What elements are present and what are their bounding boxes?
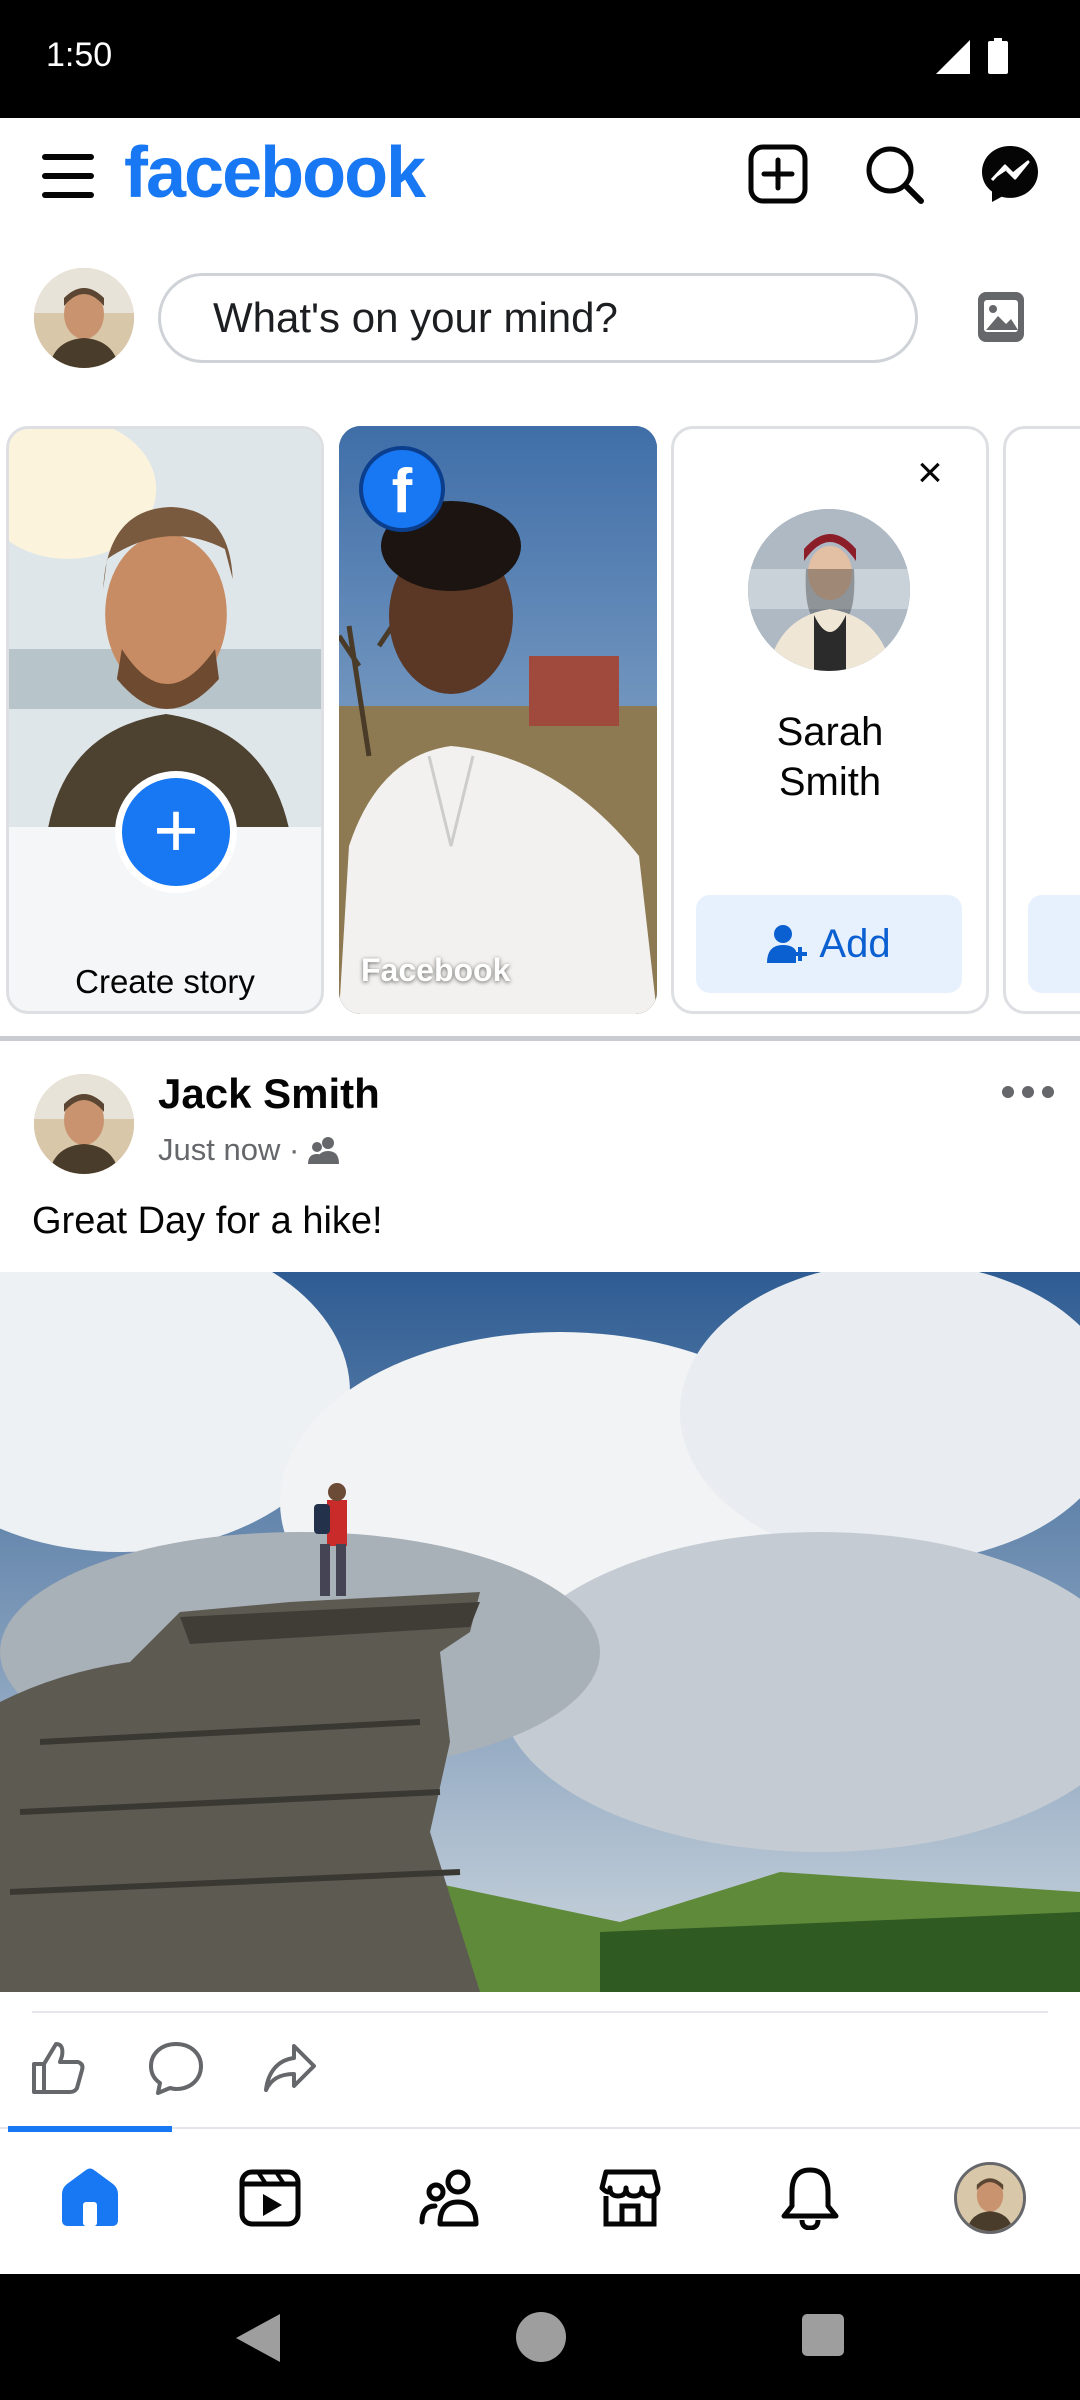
nav-active-indicator bbox=[8, 2126, 172, 2132]
story-author-label: Facebook bbox=[361, 952, 511, 988]
meta-separator: · bbox=[288, 1132, 300, 1167]
post-author-name[interactable]: Jack Smith bbox=[158, 1070, 380, 1118]
cell-signal-icon bbox=[936, 40, 970, 74]
people-suggestion-card-next[interactable] bbox=[1003, 426, 1080, 1014]
user-story-photo bbox=[9, 429, 321, 827]
facebook-logo: facebook bbox=[124, 133, 426, 213]
battery-icon bbox=[988, 38, 1008, 74]
add-friend-button-next[interactable] bbox=[1028, 895, 1080, 993]
post-meta: Just now · bbox=[158, 1132, 342, 1168]
status-time: 1:50 bbox=[46, 36, 113, 74]
share-icon[interactable] bbox=[262, 2040, 318, 2096]
suggestion-last-name: Smith bbox=[778, 760, 882, 804]
post-image[interactable] bbox=[0, 1272, 1080, 1992]
suggestion-avatar bbox=[748, 509, 910, 671]
home-icon[interactable] bbox=[58, 2166, 122, 2230]
avatar-photo bbox=[957, 2165, 1023, 2231]
photo-icon[interactable] bbox=[978, 292, 1024, 342]
profile-avatar[interactable] bbox=[954, 2162, 1026, 2234]
feed-divider bbox=[0, 1036, 1080, 1041]
status-composer-input[interactable]: What's on your mind? bbox=[158, 273, 918, 363]
recents-button[interactable] bbox=[802, 2314, 844, 2356]
post-time[interactable]: Just now bbox=[158, 1132, 280, 1167]
post-text: Great Day for a hike! bbox=[32, 1200, 383, 1242]
facebook-badge-icon: f bbox=[359, 446, 445, 532]
add-friend-button[interactable]: Add bbox=[696, 895, 962, 993]
thumbs-up-icon[interactable] bbox=[30, 2040, 86, 2096]
create-story-card[interactable]: + Create story bbox=[6, 426, 324, 1014]
system-home-button[interactable] bbox=[516, 2312, 566, 2362]
back-icon[interactable] bbox=[236, 2314, 280, 2362]
hike-photo bbox=[0, 1272, 1080, 1992]
facebook-story-card[interactable]: f Facebook bbox=[339, 426, 657, 1014]
avatar-photo bbox=[34, 268, 134, 368]
suggestion-name: Sarah Smith bbox=[674, 707, 986, 807]
suggestion-photo bbox=[748, 509, 910, 671]
create-story-plus-button[interactable]: + bbox=[115, 771, 237, 893]
messenger-icon[interactable] bbox=[978, 142, 1042, 206]
create-story-label: Create story bbox=[75, 963, 255, 1000]
avatar[interactable] bbox=[34, 268, 134, 368]
close-icon[interactable]: × bbox=[912, 451, 948, 495]
bell-icon[interactable] bbox=[778, 2166, 842, 2230]
add-friend-label: Add bbox=[819, 922, 891, 966]
suggestion-first-name: Sarah bbox=[776, 710, 884, 754]
post-author-avatar[interactable] bbox=[34, 1074, 134, 1174]
action-divider bbox=[32, 2011, 1048, 2013]
comment-icon[interactable] bbox=[148, 2040, 204, 2096]
plus-square-icon[interactable] bbox=[746, 142, 810, 206]
friends-icon bbox=[307, 1137, 339, 1164]
people-suggestion-card[interactable]: × Sarah Smith Add bbox=[671, 426, 989, 1014]
add-friend-icon bbox=[767, 925, 808, 963]
status-bar bbox=[0, 0, 1080, 118]
avatar-photo bbox=[34, 1074, 134, 1174]
marketplace-icon[interactable] bbox=[598, 2166, 662, 2230]
video-icon[interactable] bbox=[238, 2166, 302, 2230]
hamburger-icon[interactable] bbox=[40, 148, 96, 204]
more-dots-icon[interactable] bbox=[1000, 1080, 1056, 1104]
friends-icon[interactable] bbox=[418, 2166, 482, 2230]
search-icon[interactable] bbox=[862, 142, 926, 206]
